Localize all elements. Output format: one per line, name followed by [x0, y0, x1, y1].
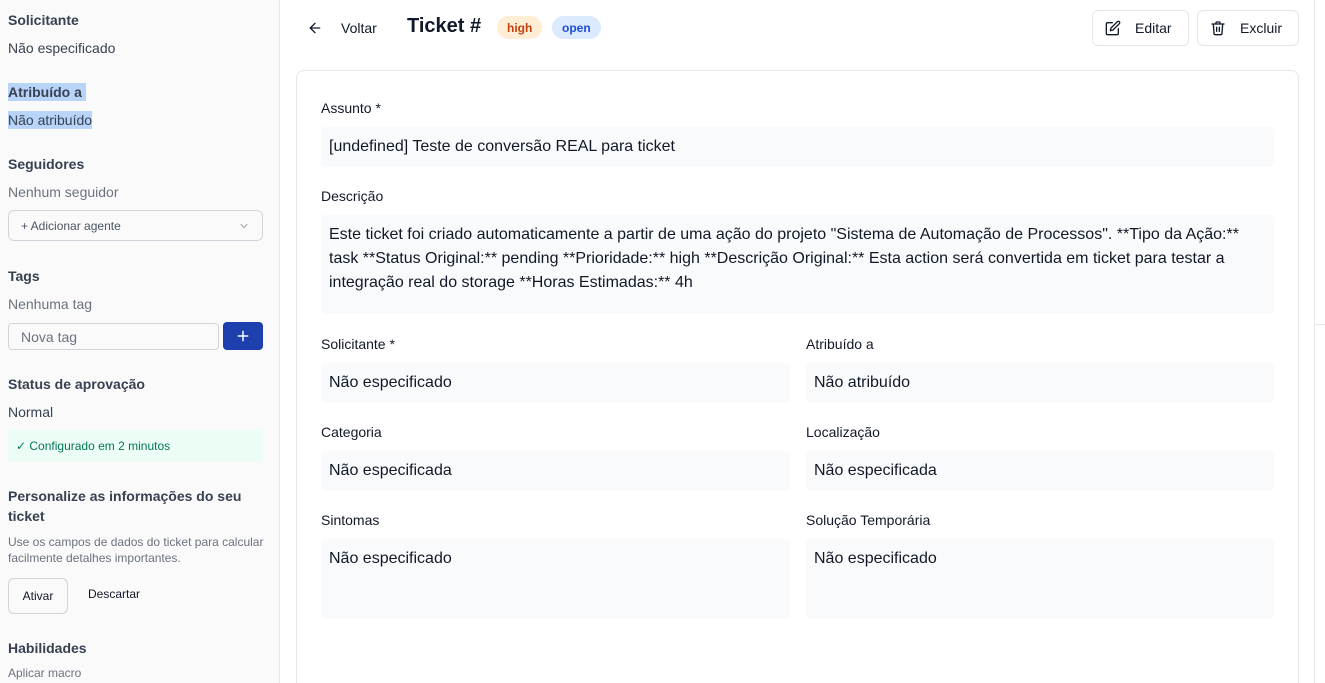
assignee-field-label: Atribuído a	[806, 336, 874, 352]
adjacent-panel-divider	[1314, 324, 1325, 325]
category-value: Não especificada	[329, 462, 452, 479]
edit-button[interactable]: Editar	[1092, 10, 1189, 46]
requester-field-label: Solicitante *	[321, 336, 395, 352]
tags-value: Nenhuma tag	[8, 296, 93, 312]
adjacent-panel-edge	[1314, 0, 1325, 683]
skills-label: Habilidades	[8, 640, 87, 656]
status-badge: open	[552, 16, 601, 39]
ticket-sidebar: Solicitante Não especificado Atribuído a…	[0, 0, 280, 683]
description-label: Descrição	[321, 188, 384, 204]
edit-icon	[1105, 20, 1121, 36]
requester-value: Não especificado	[8, 40, 116, 56]
assignee-field[interactable]: Não atribuído	[806, 363, 1274, 403]
add-tag-button[interactable]	[223, 322, 263, 350]
delete-label: Excluir	[1240, 20, 1283, 36]
plus-icon	[237, 330, 249, 342]
symptoms-field[interactable]: Não especificado	[321, 539, 790, 619]
trash-icon	[1211, 21, 1225, 36]
assignee-value: Não atribuído	[8, 111, 93, 129]
workaround-label: Solução Temporária	[806, 512, 931, 528]
edit-label: Editar	[1135, 20, 1172, 36]
apply-macro-link[interactable]: Aplicar macro	[8, 666, 81, 680]
workaround-value: Não especificado	[814, 550, 937, 567]
category-field[interactable]: Não especificada	[321, 451, 790, 491]
personalize-description: Use os campos de dados do ticket para ca…	[8, 535, 264, 565]
subject-value: [undefined] Teste de conversão REAL para…	[329, 138, 675, 155]
subject-label: Assunto *	[321, 100, 381, 116]
assignee-value-text: Não atribuído	[8, 111, 93, 129]
approval-status-value: Normal	[8, 404, 54, 420]
add-agent-placeholder: + Adicionar agente	[21, 218, 121, 233]
page-title: Ticket #	[407, 15, 482, 37]
subject-field[interactable]: [undefined] Teste de conversão REAL para…	[321, 127, 1274, 167]
priority-badge: high	[497, 16, 543, 39]
requester-field[interactable]: Não especificado	[321, 363, 790, 403]
symptoms-label: Sintomas	[321, 512, 380, 528]
location-field[interactable]: Não especificada	[806, 451, 1274, 491]
back-label: Voltar	[341, 20, 377, 36]
requester-field-value: Não especificado	[329, 374, 452, 391]
workaround-field[interactable]: Não especificado	[806, 539, 1274, 619]
activate-button[interactable]: Ativar	[8, 578, 68, 614]
add-agent-select[interactable]: + Adicionar agente	[8, 210, 263, 241]
location-label: Localização	[806, 424, 880, 440]
new-tag-placeholder: Nova tag	[21, 328, 78, 345]
chevron-down-icon	[240, 223, 248, 228]
location-value: Não especificada	[814, 462, 937, 479]
assignee-label-text: Atribuído a	[8, 83, 82, 101]
personalize-title: Personalize as informações do seu ticket	[8, 488, 242, 524]
description-value: Este ticket foi criado automaticamente a…	[329, 226, 1239, 291]
category-label: Categoria	[321, 424, 382, 440]
requester-label: Solicitante	[8, 12, 79, 28]
followers-label: Seguidores	[8, 156, 85, 172]
symptoms-value: Não especificado	[329, 550, 452, 567]
discard-button[interactable]: Descartar	[88, 587, 140, 601]
assignee-field-value: Não atribuído	[814, 374, 911, 391]
approval-status-label: Status de aprovação	[8, 376, 145, 392]
arrow-left-icon	[309, 22, 321, 34]
back-button[interactable]: Voltar	[307, 17, 377, 39]
selection-space	[81, 83, 86, 101]
delete-button[interactable]: Excluir	[1197, 10, 1299, 46]
description-field[interactable]: Este ticket foi criado automaticamente a…	[321, 215, 1274, 314]
new-tag-input[interactable]: Nova tag	[8, 323, 219, 350]
configured-notice: ✓ Configurado em 2 minutos	[8, 430, 263, 462]
tags-label: Tags	[8, 268, 40, 284]
followers-value: Nenhum seguidor	[8, 184, 119, 200]
assignee-label: Atribuído a	[8, 83, 86, 101]
